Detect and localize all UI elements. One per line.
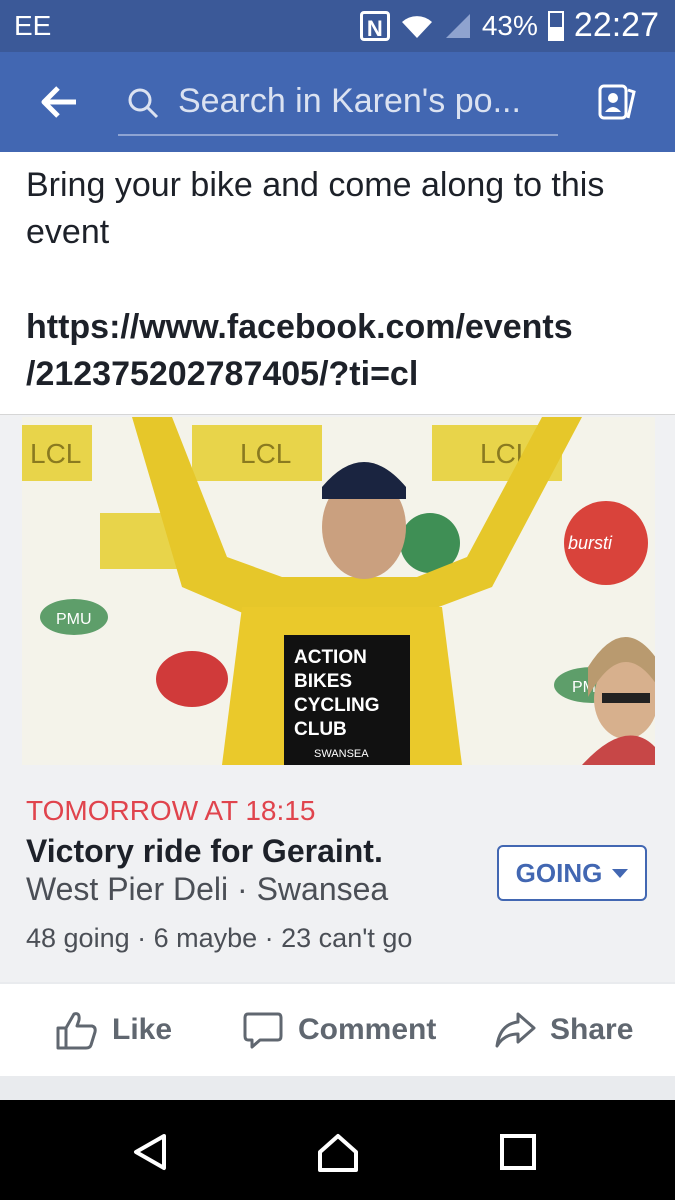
carrier-label: EE (14, 10, 52, 41)
search-placeholder: Search in Karen's po... (178, 82, 521, 120)
sign-club: CLUB (294, 719, 347, 740)
share-arrow-icon (495, 1012, 536, 1048)
comment-button[interactable]: Comment (242, 1010, 436, 1050)
event-card[interactable]: LCL LCL LCL PMU PMU bursti ACTION BIKES … (0, 415, 675, 982)
sponsor-pmu-1: PMU (56, 611, 92, 628)
event-photo[interactable]: LCL LCL LCL PMU PMU bursti ACTION BIKES … (22, 417, 655, 765)
post-message: Bring your bike and come along to this e… (26, 166, 605, 251)
going-button[interactable]: GOING (497, 845, 647, 901)
event-location: West Pier Deli · Swansea (26, 871, 389, 907)
sign-swansea: SWANSEA (314, 748, 369, 760)
comment-bubble-icon (243, 1012, 283, 1049)
thumbs-up-icon (56, 1012, 97, 1050)
event-title[interactable]: Victory ride for Geraint. (26, 833, 383, 870)
recents-square-icon[interactable] (496, 1130, 540, 1174)
sponsor-lcl-1: LCL (30, 438, 81, 469)
profile-cards-icon[interactable] (596, 80, 640, 124)
going-label: GOING (515, 857, 603, 888)
caret-down-icon (612, 868, 629, 878)
wifi-icon (401, 15, 432, 38)
system-nav-bar (0, 1100, 675, 1200)
search-header: Search in Karen's po... (0, 52, 675, 152)
event-date: TOMORROW AT 18:15 (26, 795, 316, 826)
comment-label: Comment (298, 1013, 437, 1046)
post-actions: Like Comment Share (0, 984, 675, 1076)
event-link-line2[interactable]: /212375202787405/?ti=cl (26, 355, 418, 393)
search-icon (128, 88, 159, 119)
sponsor-lcl-2: LCL (240, 438, 291, 469)
event-link-line1[interactable]: https://www.facebook.com/events (26, 308, 573, 346)
event-attendance[interactable]: 48 going · 6 maybe · 23 can't go (26, 923, 412, 954)
sponsor-bursti: bursti (568, 533, 613, 553)
battery-percent: 43% (481, 9, 538, 41)
home-icon[interactable] (316, 1130, 360, 1174)
back-triangle-icon[interactable] (128, 1130, 172, 1174)
battery-icon (547, 10, 564, 41)
like-button[interactable]: Like (54, 1010, 172, 1050)
clock: 22:27 (573, 6, 659, 44)
status-bar: EE N 43% 22:27 (0, 0, 675, 52)
post-body: Bring your bike and come along to this e… (0, 152, 675, 414)
sign-bikes: BIKES (294, 671, 352, 692)
sign-action: ACTION (294, 647, 367, 668)
like-label: Like (112, 1013, 173, 1046)
sign-cycling: CYCLING (294, 695, 380, 716)
share-label: Share (550, 1013, 634, 1046)
cyclist-photo-illustration: LCL LCL LCL PMU PMU bursti ACTION BIKES … (22, 417, 655, 765)
signal-icon (445, 13, 470, 38)
share-button[interactable]: Share (494, 1010, 633, 1050)
event-link[interactable]: https://www.facebook.com/events /2123752… (26, 304, 646, 398)
search-input[interactable]: Search in Karen's po... (118, 74, 558, 136)
nfc-icon: N (359, 10, 390, 41)
back-arrow-icon[interactable] (38, 80, 82, 124)
